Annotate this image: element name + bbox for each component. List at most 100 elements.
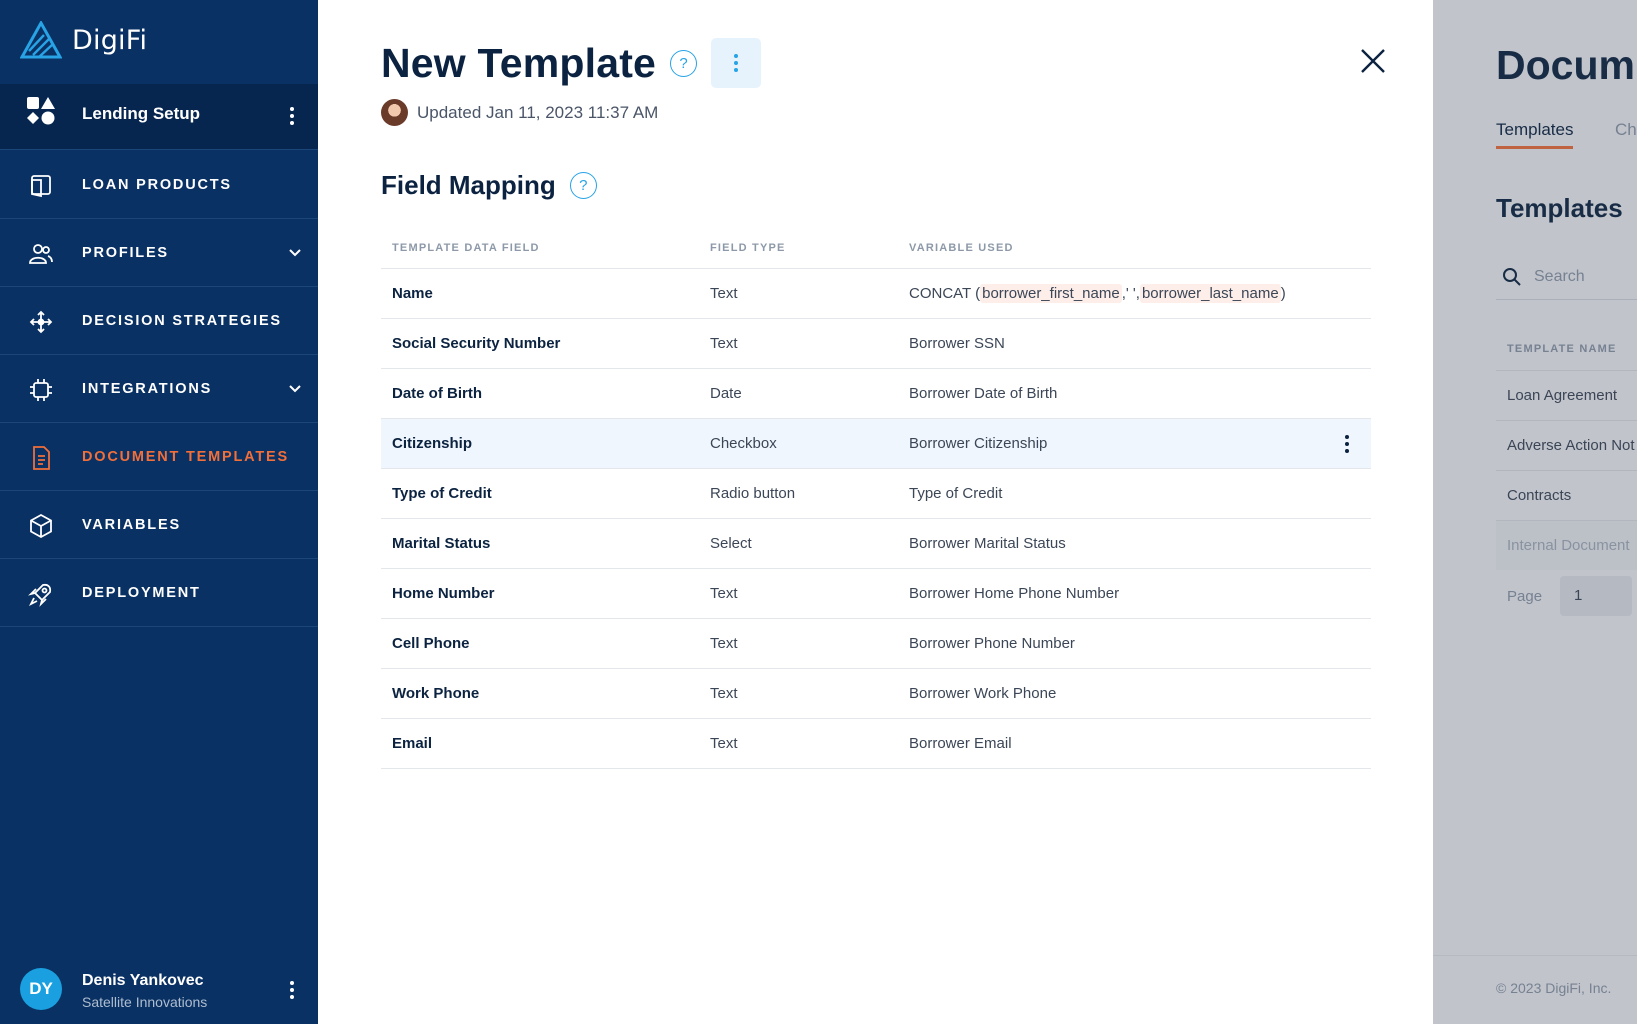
sidebar-item-profiles[interactable]: PROFILES xyxy=(0,219,318,287)
field-type: Text xyxy=(699,268,898,319)
user-name: Denis Yankovec xyxy=(82,972,204,989)
setup-menu-button[interactable] xyxy=(282,104,302,128)
field-type: Date xyxy=(699,368,898,419)
title-row: New Template ? xyxy=(381,38,762,88)
field-type: Text xyxy=(699,568,898,619)
editor-avatar xyxy=(381,99,408,126)
chip-icon xyxy=(30,379,52,401)
sidebar-item-label: DECISION STRATEGIES xyxy=(82,313,282,329)
sidebar-item-label: VARIABLES xyxy=(82,517,181,533)
sidebar-item-label: LOAN PRODUCTS xyxy=(82,177,232,193)
users-icon xyxy=(29,244,53,264)
document-icon xyxy=(33,446,50,470)
field-name: Citizenship xyxy=(381,418,699,469)
field-mapping-table: TEMPLATE DATA FIELD FIELD TYPE VARIABLE … xyxy=(381,228,1371,769)
close-icon[interactable] xyxy=(1358,46,1388,76)
formula-function: CONCAT xyxy=(909,284,971,302)
move-arrows-icon xyxy=(29,310,53,334)
formula-token: borrower_first_name xyxy=(980,283,1122,303)
variable-used: Borrower Date of Birth xyxy=(898,368,1371,419)
lending-setup-switcher[interactable]: Lending Setup xyxy=(0,84,318,150)
formula-paren: ) xyxy=(1280,284,1286,302)
section-title: Field Mapping xyxy=(381,170,556,200)
chevron-down-icon xyxy=(289,249,301,257)
field-name: Type of Credit xyxy=(381,468,699,519)
field-name: Work Phone xyxy=(381,668,699,719)
cube-icon xyxy=(30,513,52,539)
avatar: DY xyxy=(20,968,62,1010)
field-type: Text xyxy=(699,318,898,369)
digifi-logo[interactable]: DigiFi xyxy=(20,20,147,60)
table-header-row: TEMPLATE DATA FIELD FIELD TYPE VARIABLE … xyxy=(381,228,1371,269)
sidebar-item-label: DOCUMENT TEMPLATES xyxy=(82,449,289,465)
chevron-down-icon xyxy=(289,385,301,393)
updated-timestamp: Updated Jan 11, 2023 11:37 AM xyxy=(417,102,659,122)
user-company: Satellite Innovations xyxy=(82,994,208,1010)
table-row[interactable]: Cell Phone Text Borrower Phone Number xyxy=(381,618,1371,669)
field-type: Text xyxy=(699,618,898,669)
sidebar-item-label: INTEGRATIONS xyxy=(82,381,213,397)
variable-used: Borrower Citizenship xyxy=(909,434,1048,452)
brand-name: DigiFi xyxy=(72,24,148,56)
table-row[interactable]: Home Number Text Borrower Home Phone Num… xyxy=(381,568,1371,619)
sidebar-item-label: PROFILES xyxy=(82,245,169,261)
variable-used: Borrower Marital Status xyxy=(898,518,1371,569)
page-title: New Template xyxy=(381,39,657,86)
updated-info: Updated Jan 11, 2023 11:37 AM xyxy=(381,99,658,126)
variable-used: Borrower Home Phone Number xyxy=(898,568,1371,619)
help-icon[interactable]: ? xyxy=(670,49,698,77)
sidebar-item-document-templates[interactable]: DOCUMENT TEMPLATES xyxy=(0,423,318,491)
variable-used-cell: Borrower Citizenship xyxy=(898,418,1371,469)
user-profile[interactable]: DY Denis Yankovec Satellite Innovations xyxy=(0,958,318,1024)
formula-token: ' ' xyxy=(1125,284,1136,302)
table-row[interactable]: Email Text Borrower Email xyxy=(381,718,1371,769)
field-name: Social Security Number xyxy=(381,318,699,369)
variable-used: Borrower Email xyxy=(898,718,1371,769)
modal-overlay[interactable] xyxy=(1433,0,1637,1024)
digifi-logo-icon xyxy=(20,21,62,59)
template-panel: New Template ? Updated Jan 11, 2023 11:3… xyxy=(318,0,1433,1024)
user-menu-button[interactable] xyxy=(282,978,302,1002)
field-name: Marital Status xyxy=(381,518,699,569)
sidebar: DigiFi Lending Setup LOAN PRODUCTS PROFI… xyxy=(0,0,318,1024)
field-mapping-header: Field Mapping ? xyxy=(381,170,597,201)
variable-used: Type of Credit xyxy=(898,468,1371,519)
background-page: Docum Templates Ch Templates Search TEMP… xyxy=(1433,0,1637,1024)
field-name: Home Number xyxy=(381,568,699,619)
formula-token: borrower_last_name xyxy=(1139,283,1281,303)
field-name: Email xyxy=(381,718,699,769)
field-type: Select xyxy=(699,518,898,569)
help-icon[interactable]: ? xyxy=(569,172,597,199)
field-type: Radio button xyxy=(699,468,898,519)
table-row[interactable]: Date of Birth Date Borrower Date of Birt… xyxy=(381,368,1371,419)
table-row[interactable]: Work Phone Text Borrower Work Phone xyxy=(381,668,1371,719)
table-row[interactable]: Social Security Number Text Borrower SSN xyxy=(381,318,1371,369)
table-row[interactable]: Name Text CONCAT (borrower_first_name ,' … xyxy=(381,268,1371,319)
column-header[interactable]: TEMPLATE DATA FIELD xyxy=(381,228,699,269)
more-actions-button[interactable] xyxy=(711,38,762,88)
apps-shapes-icon xyxy=(27,97,55,125)
field-type: Checkbox xyxy=(699,418,898,469)
rocket-icon xyxy=(28,583,52,607)
sidebar-item-integrations[interactable]: INTEGRATIONS xyxy=(0,355,318,423)
table-row[interactable]: Type of Credit Radio button Type of Cred… xyxy=(381,468,1371,519)
sidebar-item-deployment[interactable]: DEPLOYMENT xyxy=(0,559,318,627)
table-row[interactable]: Marital Status Select Borrower Marital S… xyxy=(381,518,1371,569)
variable-used: Borrower Work Phone xyxy=(898,668,1371,719)
kebab-icon xyxy=(726,51,746,75)
field-name: Cell Phone xyxy=(381,618,699,669)
column-header[interactable]: VARIABLE USED xyxy=(898,228,1371,269)
variable-used: Borrower SSN xyxy=(898,318,1371,369)
field-name: Date of Birth xyxy=(381,368,699,419)
table-row[interactable]: Citizenship Checkbox Borrower Citizenshi… xyxy=(381,418,1371,469)
field-type: Text xyxy=(699,718,898,769)
variable-used: Borrower Phone Number xyxy=(898,618,1371,669)
sidebar-item-variables[interactable]: VARIABLES xyxy=(0,491,318,559)
field-type: Text xyxy=(699,668,898,719)
sidebar-item-loan-products[interactable]: LOAN PRODUCTS xyxy=(0,151,318,219)
variable-formula: CONCAT (borrower_first_name ,' ', borrower… xyxy=(898,268,1371,319)
field-name: Name xyxy=(381,268,699,319)
column-header[interactable]: FIELD TYPE xyxy=(699,228,898,269)
sidebar-item-decision-strategies[interactable]: DECISION STRATEGIES xyxy=(0,287,318,355)
row-actions-button[interactable] xyxy=(1337,432,1357,456)
